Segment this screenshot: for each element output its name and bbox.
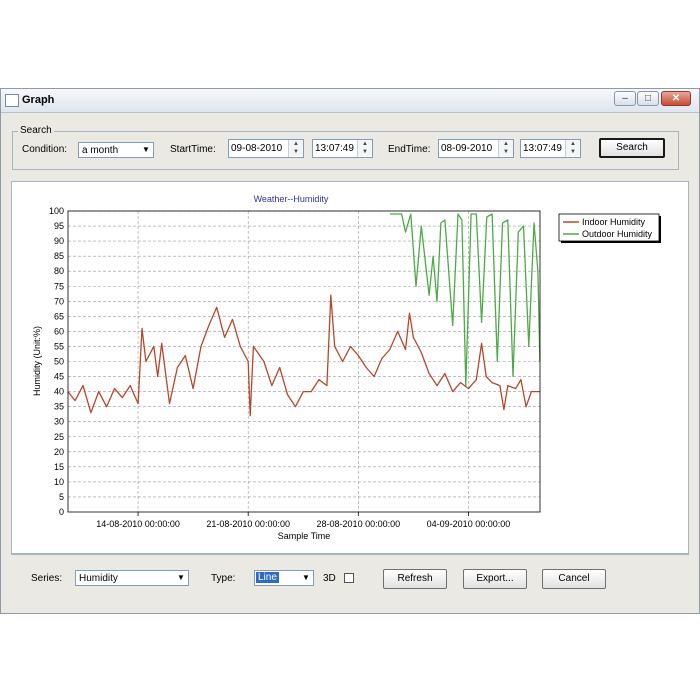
spin-down-icon[interactable]: ▼: [566, 148, 580, 156]
y-tick-label: 20: [54, 447, 64, 457]
graph-window: Graph – □ ✕ Search Condition: a month ▼ …: [0, 88, 700, 614]
y-tick-label: 5: [59, 492, 64, 502]
y-tick-label: 70: [54, 296, 64, 306]
y-tick-label: 40: [54, 387, 64, 397]
start-time-label: StartTime:: [170, 144, 216, 155]
x-tick-label: 21-08-2010 00:00:00: [206, 519, 290, 529]
y-tick-label: 35: [54, 402, 64, 412]
title-bar[interactable]: Graph – □ ✕: [1, 89, 699, 113]
series-value: Humidity: [79, 573, 118, 584]
y-tick-label: 75: [54, 281, 64, 291]
chart-title: Weather--Humidity: [254, 194, 329, 204]
series-line-indoor: [67, 294, 540, 417]
threed-checkbox[interactable]: [344, 573, 354, 583]
end-time-label: EndTime:: [388, 144, 431, 155]
x-tick-label: 14-08-2010 00:00:00: [96, 519, 180, 529]
y-tick-label: 95: [54, 221, 64, 231]
chevron-down-icon[interactable]: ▼: [139, 143, 153, 157]
search-button[interactable]: Search: [599, 138, 665, 158]
y-tick-label: 65: [54, 311, 64, 321]
condition-value: a month: [82, 145, 119, 156]
start-date-field[interactable]: 09-08-2010 ▲ ▼: [228, 139, 304, 158]
y-tick-label: 60: [54, 326, 64, 336]
start-time-field[interactable]: 13:07:49 ▲ ▼: [312, 139, 373, 158]
type-label: Type:: [211, 573, 236, 584]
chart-panel: Weather--Humidity Sample Time Humidity (…: [11, 181, 689, 554]
spin-up-icon[interactable]: ▲: [289, 140, 303, 148]
legend-label: Outdoor Humidity: [582, 229, 653, 239]
threed-label: 3D: [323, 573, 336, 584]
end-time-value: 13:07:49: [523, 143, 562, 154]
search-group-label: Search: [18, 125, 54, 136]
series-line-outdoor: [389, 213, 541, 387]
condition-select[interactable]: a month ▼: [78, 142, 154, 158]
spin-down-icon[interactable]: ▼: [499, 148, 513, 156]
x-tick-label: 28-08-2010 00:00:00: [317, 519, 401, 529]
y-tick-label: 10: [54, 477, 64, 487]
maximize-button[interactable]: □: [637, 91, 659, 106]
y-tick-label: 100: [49, 206, 64, 216]
series-select[interactable]: Humidity ▼: [75, 570, 189, 586]
window-icon: [5, 94, 19, 107]
refresh-button[interactable]: Refresh: [383, 569, 447, 589]
y-tick-label: 55: [54, 341, 64, 351]
legend-label: Indoor Humidity: [582, 217, 646, 227]
export-button[interactable]: Export...: [463, 569, 527, 589]
y-tick-label: 0: [59, 507, 64, 517]
type-select[interactable]: Line ▼: [254, 570, 314, 586]
spin-up-icon[interactable]: ▲: [566, 140, 580, 148]
spin-up-icon[interactable]: ▲: [358, 140, 372, 148]
chevron-down-icon[interactable]: ▼: [174, 571, 188, 585]
separator: [11, 554, 689, 555]
minimize-button[interactable]: –: [614, 91, 636, 106]
y-tick-label: 50: [54, 357, 64, 367]
y-tick-label: 25: [54, 432, 64, 442]
y-tick-label: 30: [54, 417, 64, 427]
spin-up-icon[interactable]: ▲: [499, 140, 513, 148]
y-tick-label: 85: [54, 251, 64, 261]
x-axis-label: Sample Time: [278, 531, 331, 541]
window-title: Graph: [22, 94, 55, 106]
start-time-value: 13:07:49: [315, 143, 354, 154]
end-time-field[interactable]: 13:07:49 ▲ ▼: [520, 139, 581, 158]
y-tick-label: 80: [54, 266, 64, 276]
spin-down-icon[interactable]: ▼: [289, 148, 303, 156]
type-value: Line: [256, 572, 279, 583]
humidity-chart: Weather--Humidity Sample Time Humidity (…: [32, 194, 661, 541]
y-tick-label: 45: [54, 372, 64, 382]
end-date-value: 08-09-2010: [441, 143, 493, 154]
x-tick-label: 04-09-2010 00:00:00: [427, 519, 511, 529]
y-tick-label: 90: [54, 236, 64, 246]
close-button[interactable]: ✕: [661, 91, 691, 106]
end-date-field[interactable]: 08-09-2010 ▲ ▼: [438, 139, 514, 158]
spin-down-icon[interactable]: ▼: [358, 148, 372, 156]
condition-label: Condition:: [22, 144, 68, 155]
chevron-down-icon[interactable]: ▼: [299, 571, 313, 585]
y-tick-label: 15: [54, 462, 64, 472]
start-date-value: 09-08-2010: [231, 143, 283, 154]
series-label: Series:: [31, 573, 63, 584]
y-axis-label: Humidity (Unit:%): [32, 326, 42, 396]
cancel-button[interactable]: Cancel: [542, 569, 606, 589]
